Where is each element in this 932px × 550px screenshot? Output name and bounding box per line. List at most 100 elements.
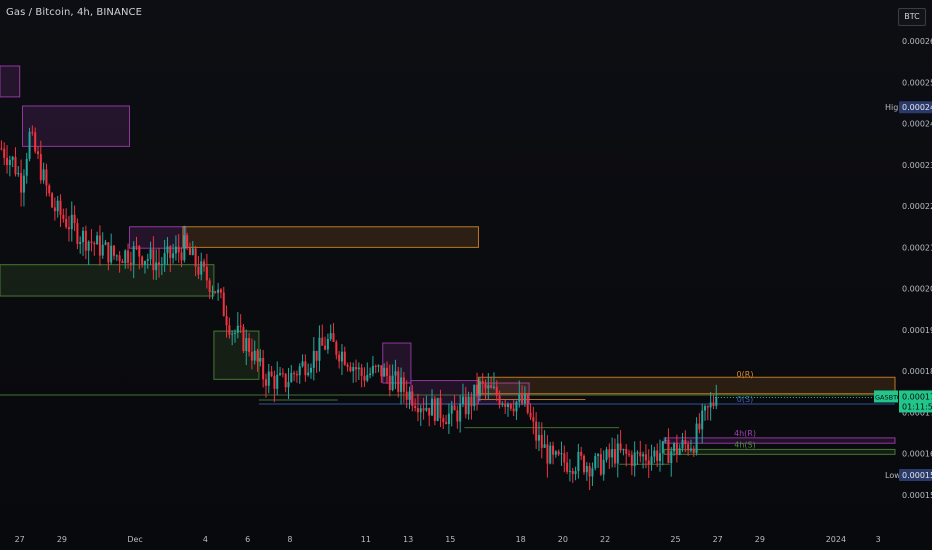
candle [298, 363, 301, 384]
candle [352, 362, 355, 383]
candle-body [309, 367, 313, 373]
candle [332, 322, 335, 343]
candle-body [242, 327, 245, 352]
candle-body [217, 289, 220, 293]
candle [360, 363, 363, 388]
candle [326, 333, 329, 354]
candle-body [608, 449, 611, 458]
candle [6, 145, 9, 174]
candle-body [177, 246, 180, 253]
candle [433, 396, 436, 426]
candle-body [112, 245, 115, 256]
candle-body [70, 214, 73, 230]
candle [11, 155, 14, 168]
candle [653, 446, 656, 463]
candle [301, 354, 304, 368]
price-tick-label: 0.0002600 [902, 37, 932, 46]
candle [262, 349, 265, 388]
candle-body [459, 403, 462, 422]
candle-body [290, 372, 293, 383]
candle-body [613, 449, 616, 464]
candle-body [329, 333, 332, 339]
candle-body [385, 367, 388, 376]
candle [79, 236, 82, 254]
candle [476, 372, 479, 411]
candle [684, 430, 687, 453]
candle [571, 467, 574, 484]
candle-body [431, 398, 434, 416]
candle-body [20, 173, 23, 193]
candlestick-chart[interactable]: 0.00015000.00016000.00017000.00018000.00… [0, 0, 932, 550]
candle-body [537, 434, 540, 441]
marker-labels: 0(R)0(S)4h(R)4h(S)High0.0002440Low0.0001… [714, 101, 932, 481]
candle-body [453, 405, 456, 411]
purple-zone [128, 226, 187, 249]
candle-body [467, 396, 470, 415]
candle-body [293, 372, 296, 375]
time-axis: 27 29 Dec 4 6 8 11 13 15 18 20 22 25 27 29 2024 3 [15, 535, 881, 544]
candle-body [394, 371, 397, 376]
candle [613, 438, 616, 468]
candle-body [118, 255, 121, 262]
candle-body [304, 361, 307, 376]
candle [335, 340, 338, 360]
candle-body [138, 246, 141, 257]
candle-body [619, 443, 622, 451]
candle-body [397, 371, 400, 392]
candle-body [169, 246, 172, 259]
candle [377, 364, 380, 373]
candle-body [225, 316, 228, 326]
candle-body [591, 468, 594, 477]
candle-body [146, 259, 149, 261]
candle [56, 195, 59, 218]
candle-body [400, 377, 403, 392]
candle [8, 155, 11, 177]
candle-body [174, 246, 177, 254]
candle-body [554, 451, 557, 455]
candle-body [152, 249, 155, 271]
candle-body [234, 332, 237, 334]
candle-body [349, 366, 352, 372]
last-value: 0.0001736 [902, 392, 932, 401]
candle [3, 142, 6, 166]
candle [180, 247, 183, 268]
candle-body [439, 397, 442, 419]
candle-body [656, 450, 659, 462]
candle [630, 450, 633, 476]
candle [82, 227, 85, 256]
candle-body [582, 455, 586, 473]
candle-body [492, 386, 495, 388]
candle-body [295, 374, 298, 376]
candle [712, 394, 715, 410]
candle-body [701, 410, 704, 430]
candle-body [82, 230, 85, 243]
candle-body [495, 386, 498, 396]
candle [28, 127, 31, 162]
candle [633, 441, 636, 477]
candle-body [673, 443, 676, 452]
last-countdown: 01:11:58 [902, 402, 932, 411]
candle [588, 462, 591, 491]
candle-body [515, 401, 518, 412]
candle-body [692, 448, 695, 453]
candle-body [597, 454, 600, 457]
candle-body [470, 396, 473, 407]
candle-body [473, 384, 476, 407]
candle [87, 240, 90, 265]
candle-body [180, 252, 183, 261]
candle-body [357, 367, 360, 370]
candle [93, 241, 96, 256]
candle-body [352, 367, 355, 372]
candle-body [287, 382, 290, 388]
candle-body [191, 248, 194, 255]
candle [656, 443, 659, 468]
candle [704, 404, 707, 421]
zones-layer [0, 65, 896, 465]
candle [121, 258, 124, 264]
price-tick-label: 0.0002000 [902, 285, 932, 294]
candle [650, 444, 653, 471]
candle [419, 404, 422, 426]
candle-body [602, 459, 605, 475]
candle-body [436, 397, 439, 421]
candle-body [484, 383, 487, 389]
